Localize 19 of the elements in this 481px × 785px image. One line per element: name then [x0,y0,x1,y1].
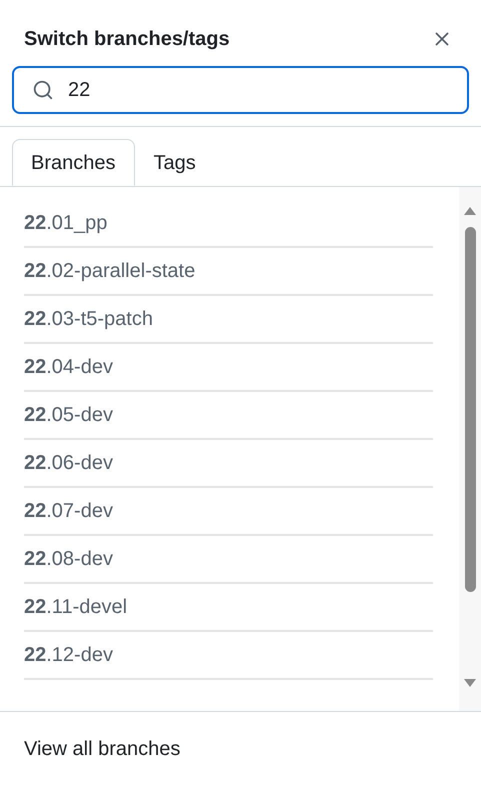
search-icon [32,79,54,101]
branch-item[interactable]: 22.04-dev [24,352,113,382]
branch-item[interactable]: 22.03-t5-patch [24,304,153,334]
branch-item[interactable]: 22.08-dev [24,544,113,574]
branch-item[interactable]: 22.01_pp [24,208,108,238]
branch-item[interactable]: 22.06-dev [24,448,113,478]
branch-item[interactable]: 22.02-parallel-state [24,256,196,286]
branch-item[interactable]: 22.05-dev [24,400,113,430]
branch-item[interactable]: 22.11-devel [24,592,128,622]
scroll-up-icon[interactable] [464,207,476,215]
tab[interactable]: Tags [134,139,215,186]
scrollbar-thumb[interactable] [464,227,476,592]
view-all-branches-link[interactable]: View all branches [24,734,180,764]
search-field[interactable]: 22 [12,66,469,114]
scroll-down-icon[interactable] [464,679,476,687]
branch-item[interactable]: 22.07-dev [24,496,113,526]
dialog-title: Switch branches/tags [24,27,230,52]
branch-item[interactable]: 22.12-dev [24,640,113,670]
tab[interactable]: Branches [12,139,134,186]
